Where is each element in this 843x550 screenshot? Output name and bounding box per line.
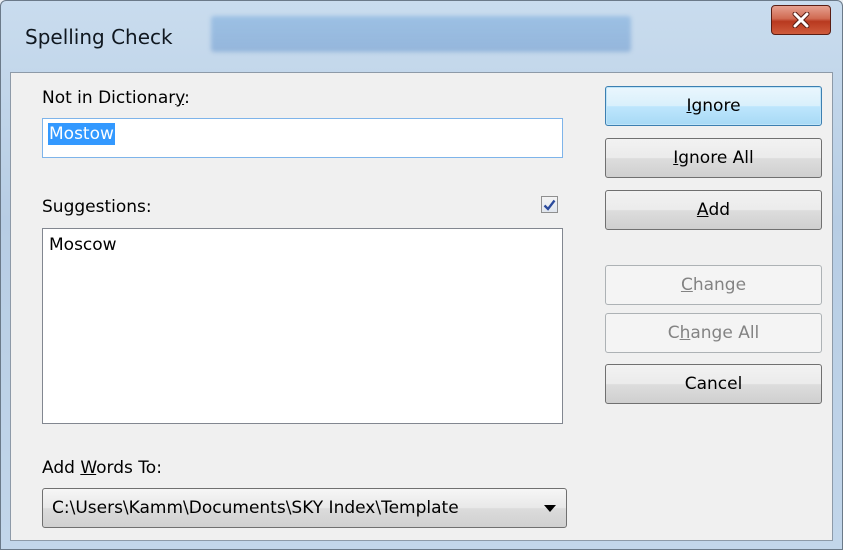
change-button[interactable]: Change	[605, 265, 822, 305]
suggestions-label: Suggestions:	[42, 197, 152, 217]
list-item[interactable]: Moscow	[49, 233, 556, 257]
spelling-check-dialog: Spelling Check Not in Dictionary: Mostow…	[0, 0, 843, 550]
dialog-client-area: Not in Dictionary: Mostow Suggestions: M…	[10, 72, 833, 541]
add-words-to-label: Add Words To:	[42, 458, 162, 478]
not-in-dictionary-field[interactable]: Mostow	[42, 118, 563, 158]
suggestions-list[interactable]: Moscow	[42, 228, 563, 424]
close-button[interactable]	[771, 5, 831, 35]
change-all-button[interactable]: Ch ange All	[605, 313, 822, 353]
cancel-button[interactable]: Cancel	[605, 364, 822, 404]
window-title: Spelling Check	[25, 25, 173, 49]
add-words-to-dropdown[interactable]: C:\Users\Kamm\Documents\SKY Index\Templa…	[42, 488, 567, 528]
misspelled-word-selection: Mostow	[48, 123, 115, 145]
checkmark-icon	[543, 199, 556, 211]
add-words-to-selected-value: C:\Users\Kamm\Documents\SKY Index\Templa…	[52, 498, 459, 518]
add-button[interactable]: Add	[605, 190, 822, 230]
not-in-dictionary-label: Not in Dictionary:	[42, 88, 190, 108]
suggestions-checkbox[interactable]	[541, 196, 558, 213]
close-icon	[792, 12, 810, 28]
ignore-all-button[interactable]: Ignore All	[605, 138, 822, 178]
title-bar-glass	[211, 16, 631, 52]
chevron-down-icon	[544, 505, 556, 512]
title-bar[interactable]: Spelling Check	[1, 1, 842, 71]
ignore-button[interactable]: Ignore	[605, 86, 822, 126]
